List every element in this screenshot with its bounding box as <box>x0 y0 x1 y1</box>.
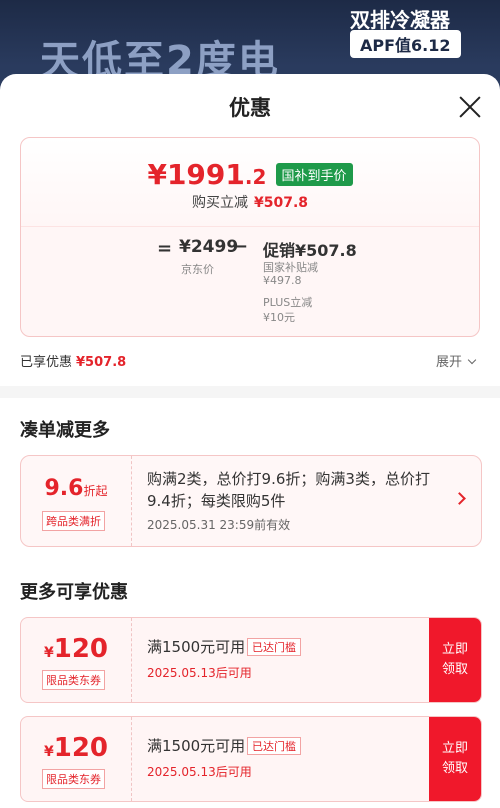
sheet-title: 优惠 <box>229 96 271 120</box>
final-price-decimal: .2 <box>244 165 267 189</box>
coupon-currency: ¥ <box>43 645 54 661</box>
coupon-left: ¥120 限品类东券 <box>21 717 132 801</box>
coupon-condition: 满1500元可用 <box>147 737 246 755</box>
chevron-down-icon <box>467 355 477 365</box>
claim-coupon-button[interactable]: 立即领取 <box>429 618 481 702</box>
coupon-amount: ¥120 <box>21 634 131 664</box>
discount-sheet: 优惠 ¥1991.2 国补到手价 购买立减 ¥507.8 = ¥2499 京东价 … <box>0 74 500 808</box>
coupon-card: ¥120 限品类东券 满1500元可用 已达门槛 2025.05.13后可用 立… <box>20 716 482 802</box>
detail-value: ¥497.8 <box>263 274 302 287</box>
coupon-threshold-badge: 已达门槛 <box>247 737 301 755</box>
coupon-left: ¥120 限品类东券 <box>21 618 132 702</box>
buy-discount-label: 购买立减 <box>191 195 248 211</box>
original-price-label: 京东价 <box>181 263 214 276</box>
price-breakdown-card: ¥1991.2 国补到手价 购买立减 ¥507.8 = ¥2499 京东价 − 促… <box>20 137 480 337</box>
coupon-card: ¥120 限品类东券 满1500元可用 已达门槛 2025.05.13后可用 立… <box>20 617 482 703</box>
final-price-tag: 国补到手价 <box>275 163 353 186</box>
coupon-amount-value: 120 <box>53 634 109 664</box>
coupon-amount: ¥120 <box>21 733 131 763</box>
coupon-condition: 满1500元可用 <box>147 638 246 656</box>
coupon-amount-value: 120 <box>53 733 109 763</box>
banner-apf-badge: APF值6.12 <box>350 30 461 58</box>
combine-description: 购满2类，总价打9.6折；购满3类，总价打9.4折；每类限购5件 <box>147 470 430 510</box>
close-icon[interactable] <box>455 92 485 122</box>
divider <box>21 226 479 227</box>
detail-label: 国家补贴减 <box>263 261 318 274</box>
enjoyed-value: ¥507.8 <box>76 355 127 370</box>
combine-offer-card[interactable]: 9.6折起 跨品类满折 购满2类，总价打9.6折；购满3类，总价打9.4折；每类… <box>20 455 482 547</box>
combine-discount-number: 9.6 <box>44 476 84 501</box>
detail-label: PLUS立减 <box>263 296 313 309</box>
coupon-currency: ¥ <box>43 744 54 760</box>
enjoyed-discount: 已享优惠 ¥507.8 <box>20 351 126 370</box>
buy-discount-row: 购买立减 ¥507.8 <box>21 192 479 212</box>
minus-sign: − <box>233 236 249 257</box>
more-section-title: 更多可享优惠 <box>20 582 128 603</box>
combine-section-title: 凑单减更多 <box>20 420 110 441</box>
expand-button[interactable]: 展开 <box>436 351 477 370</box>
equals-sign: = <box>157 238 173 259</box>
final-price-integer: ¥1991 <box>147 158 245 191</box>
combine-value: 9.6折起 <box>21 476 131 501</box>
claim-button-label: 立即领取 <box>441 642 468 677</box>
chevron-right-icon <box>453 492 466 505</box>
claim-coupon-button[interactable]: 立即领取 <box>429 717 481 801</box>
section-gap <box>0 386 500 398</box>
combine-date: 2025.05.31 23:59前有效 <box>147 518 291 532</box>
combine-discount-unit: 折起 <box>83 484 108 498</box>
coupon-type: 限品类东券 <box>42 670 105 690</box>
coupon-date: 2025.05.13后可用 <box>147 765 252 779</box>
coupon-type: 限品类东券 <box>42 769 105 789</box>
promo-label: 促销 <box>263 241 296 260</box>
expand-label: 展开 <box>436 355 463 370</box>
promo-total: 促销¥507.8 <box>263 237 357 261</box>
enjoyed-label: 已享优惠 <box>20 355 73 370</box>
buy-discount-value: ¥507.8 <box>253 195 309 211</box>
combine-offer-left: 9.6折起 跨品类满折 <box>21 456 132 546</box>
original-price: ¥2499 <box>179 237 239 257</box>
banner-product: 双排冷凝器 <box>350 8 450 32</box>
combine-type-badge: 跨品类满折 <box>42 511 105 531</box>
final-price: ¥1991.2 <box>147 158 266 191</box>
detail-value: ¥10元 <box>263 311 295 324</box>
claim-button-label: 立即领取 <box>441 741 468 776</box>
coupon-threshold-badge: 已达门槛 <box>247 638 301 656</box>
coupon-date: 2025.05.13后可用 <box>147 666 252 680</box>
promo-value: ¥507.8 <box>295 241 357 260</box>
final-price-row: ¥1991.2 国补到手价 <box>21 158 479 191</box>
